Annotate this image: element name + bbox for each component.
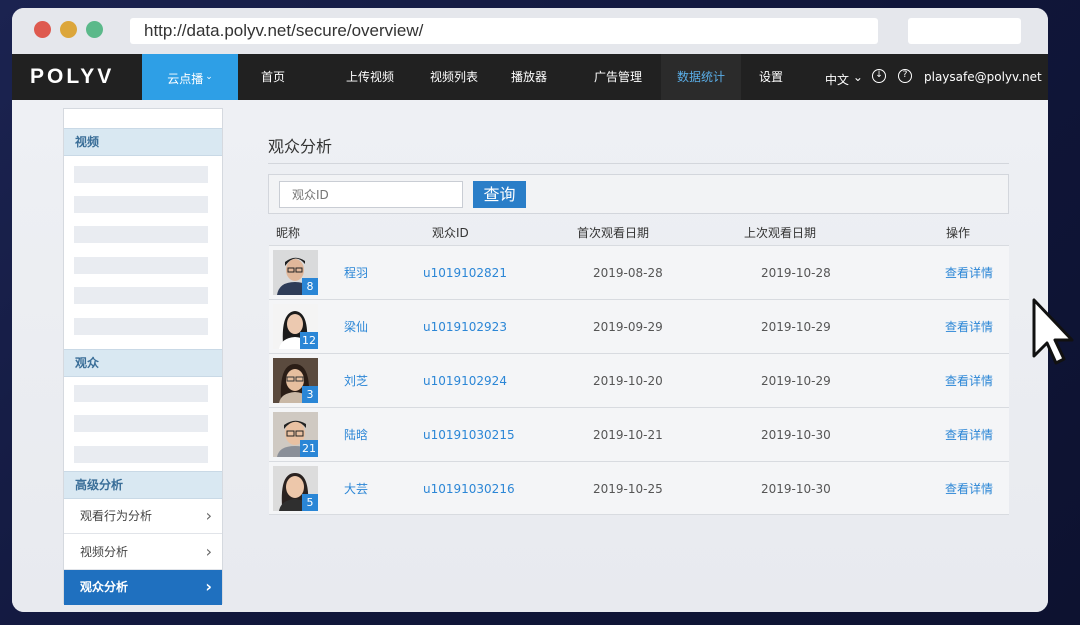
last-view-date: 2019-10-29 — [761, 320, 831, 334]
first-view-date: 2019-10-20 — [593, 374, 663, 388]
polyv-logo[interactable]: POLYV — [30, 65, 114, 89]
view-count-badge: 21 — [300, 440, 318, 457]
sidebar-placeholder-item — [74, 257, 208, 274]
viewer-nickname[interactable]: 刘芝 — [344, 354, 368, 408]
first-view-date: 2019-10-21 — [593, 428, 663, 442]
view-count-badge: 8 — [302, 278, 318, 295]
chevron-right-icon: › — [205, 542, 212, 561]
mouse-cursor-icon — [1032, 298, 1074, 365]
sidebar: 视频 观众 高级分析 观看行为分析 › 视频分析 › 观众分析 › — [63, 108, 223, 605]
sidebar-placeholder-item — [74, 196, 208, 213]
maximize-window-button[interactable] — [86, 21, 103, 38]
chevron-right-icon: › — [205, 506, 212, 525]
viewer-id-search-input[interactable] — [279, 181, 463, 208]
column-header-action: 操作 — [946, 226, 971, 240]
table-row: 12 梁仙 u1019102923 2019-09-29 2019-10-29 … — [269, 299, 1009, 353]
page-title: 观众分析 — [268, 137, 333, 156]
table-row: 8 程羽 u1019102821 2019-08-28 2019-10-28 查… — [269, 245, 1009, 299]
view-count-badge: 5 — [302, 494, 318, 511]
sidebar-placeholder-item — [74, 446, 208, 463]
viewer-id[interactable]: u10191030215 — [423, 408, 515, 462]
view-details-link[interactable]: 查看详情 — [945, 300, 993, 354]
sidebar-placeholder-item — [74, 226, 208, 243]
avatar[interactable]: 3 — [273, 358, 318, 403]
nav-player[interactable]: 播放器 — [500, 54, 558, 100]
view-details-link[interactable]: 查看详情 — [945, 408, 993, 462]
sidebar-placeholder-item — [74, 385, 208, 402]
page-content: 视频 观众 高级分析 观看行为分析 › 视频分析 › 观众分析 › 观众分析 观… — [12, 100, 1048, 612]
first-view-date: 2019-08-28 — [593, 266, 663, 280]
viewer-nickname[interactable]: 程羽 — [344, 246, 368, 300]
view-count-badge: 3 — [302, 386, 318, 403]
column-header-nickname: 昵称 — [276, 226, 301, 240]
column-header-viewer-id: 观众ID — [432, 226, 469, 240]
table-row: 3 刘芝 u1019102924 2019-10-20 2019-10-29 查… — [269, 353, 1009, 407]
address-bar[interactable]: http://data.polyv.net/secure/overview/ — [130, 18, 878, 44]
viewer-id[interactable]: u1019102923 — [423, 300, 507, 354]
last-view-date: 2019-10-30 — [761, 428, 831, 442]
language-selector[interactable]: 中文 ⌄ — [825, 54, 863, 100]
viewer-id[interactable]: u1019102924 — [423, 354, 507, 408]
avatar[interactable]: 21 — [273, 412, 318, 457]
divider — [268, 163, 1009, 164]
table-row: 21 陆晗 u10191030215 2019-10-21 2019-10-30… — [269, 407, 1009, 461]
download-icon[interactable]: ↓ — [872, 69, 886, 83]
column-header-first-date: 首次观看日期 — [577, 226, 650, 240]
sidebar-item-viewing-behavior[interactable]: 观看行为分析 › — [64, 499, 222, 534]
sidebar-item-label: 观看行为分析 — [80, 509, 153, 523]
table-row: 5 大芸 u10191030216 2019-10-25 2019-10-30 … — [269, 461, 1009, 515]
top-navbar: POLYV 云点播 ⌄ 首页 上传视频 视频列表 播放器 广告管理 数据统计 设置… — [12, 54, 1048, 100]
view-details-link[interactable]: 查看详情 — [945, 354, 993, 408]
close-window-button[interactable] — [34, 21, 51, 38]
sidebar-placeholder-item — [74, 166, 208, 183]
viewer-id[interactable]: u10191030216 — [423, 462, 515, 516]
viewer-nickname[interactable]: 陆晗 — [344, 408, 368, 462]
nav-data-statistics[interactable]: 数据统计 — [661, 54, 741, 100]
viewer-id[interactable]: u1019102821 — [423, 246, 507, 300]
view-count-badge: 12 — [300, 332, 318, 349]
last-view-date: 2019-10-30 — [761, 482, 831, 496]
nav-settings[interactable]: 设置 — [748, 54, 794, 100]
nav-video-list[interactable]: 视频列表 — [416, 54, 492, 100]
sidebar-item-video-analysis[interactable]: 视频分析 › — [64, 535, 222, 570]
nav-cloud-vod-label: 云点播 — [167, 72, 204, 86]
sidebar-section-video: 视频 — [64, 128, 222, 156]
last-view-date: 2019-10-29 — [761, 374, 831, 388]
viewer-nickname[interactable]: 大芸 — [344, 462, 368, 516]
browser-chrome: http://data.polyv.net/secure/overview/ — [12, 8, 1048, 54]
browser-window: http://data.polyv.net/secure/overview/ P… — [12, 8, 1048, 612]
query-button[interactable]: 查询 — [473, 181, 526, 208]
last-view-date: 2019-10-28 — [761, 266, 831, 280]
browser-search-field[interactable] — [908, 18, 1021, 44]
sidebar-item-label: 观众分析 — [80, 580, 129, 594]
avatar[interactable]: 8 — [273, 250, 318, 295]
search-panel: 查询 — [268, 174, 1009, 214]
chevron-down-icon: ⌄ — [205, 72, 213, 82]
help-icon[interactable]: ? — [898, 69, 912, 83]
sidebar-placeholder-item — [74, 318, 208, 335]
view-details-link[interactable]: 查看详情 — [945, 462, 993, 516]
view-details-link[interactable]: 查看详情 — [945, 246, 993, 300]
sidebar-section-audience: 观众 — [64, 349, 222, 377]
avatar[interactable]: 5 — [273, 466, 318, 511]
sidebar-section-advanced: 高级分析 — [64, 471, 222, 499]
nav-home[interactable]: 首页 — [248, 54, 298, 100]
first-view-date: 2019-09-29 — [593, 320, 663, 334]
nav-ad-management[interactable]: 广告管理 — [580, 54, 656, 100]
language-label: 中文 — [825, 73, 850, 87]
first-view-date: 2019-10-25 — [593, 482, 663, 496]
sidebar-item-audience-analysis[interactable]: 观众分析 › — [64, 570, 222, 605]
chevron-right-icon: › — [205, 577, 212, 596]
chevron-down-icon: ⌄ — [852, 70, 863, 84]
avatar[interactable]: 12 — [273, 304, 318, 349]
nav-upload-video[interactable]: 上传视频 — [332, 54, 408, 100]
minimize-window-button[interactable] — [60, 21, 77, 38]
column-header-last-date: 上次观看日期 — [744, 226, 817, 240]
sidebar-item-label: 视频分析 — [80, 545, 129, 559]
sidebar-placeholder-item — [74, 415, 208, 432]
sidebar-placeholder-item — [74, 287, 208, 304]
account-email[interactable]: playsafe@polyv.net — [924, 54, 1042, 100]
viewer-nickname[interactable]: 梁仙 — [344, 300, 368, 354]
nav-cloud-vod[interactable]: 云点播 ⌄ — [142, 54, 238, 100]
